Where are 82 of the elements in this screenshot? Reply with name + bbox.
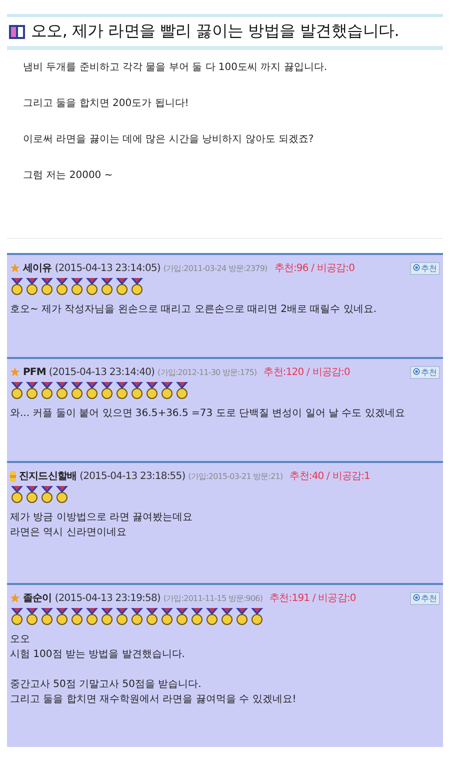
medal-icon — [115, 382, 129, 399]
medal-icon — [115, 278, 129, 295]
comment-text: 시험 100점 받는 방법을 발견했습니다. — [10, 649, 185, 660]
vote-count: 추천:120 / 비공감:0 — [264, 366, 350, 379]
medal-icon — [40, 278, 54, 295]
vote-count: 추천:96 / 비공감:0 — [274, 262, 355, 275]
medal-icon — [40, 382, 54, 399]
medal-icon — [40, 486, 54, 503]
post-paragraph: 냄비 두개를 준비하고 각각 물을 부어 둘 다 100도씨 까지 끓입니다. — [23, 61, 328, 74]
vote-count: 추천:191 / 비공감:0 — [270, 592, 356, 605]
comment-text: 제가 방금 이방법으로 라면 끓여봤는데요 — [10, 512, 193, 523]
medal-icon — [55, 608, 69, 625]
medal-icon — [70, 278, 84, 295]
medal-icon — [25, 278, 39, 295]
medal-icon — [10, 382, 24, 399]
recommend-button[interactable]: 추천 — [410, 366, 440, 378]
post-paragraph: 이로써 라면을 끓이는 데에 많은 시간을 낭비하지 않아도 되겠죠? — [23, 133, 315, 146]
medal-icon — [175, 382, 189, 399]
medal-icon — [160, 608, 174, 625]
star-icon — [10, 367, 20, 377]
comment-time: (2015-04-13 23:14:40) — [48, 366, 155, 378]
comment-text: 오오 — [10, 634, 30, 645]
comment-author[interactable]: PFM — [23, 366, 46, 378]
comment-text: 호오~ 제가 작성자님을 왼손으로 때리고 오른손으로 때리면 2배로 때릴수 있네요. — [10, 304, 377, 315]
medal-icon — [85, 608, 99, 625]
medal-icon — [25, 486, 39, 503]
post-paragraph: 그리고 둘을 합치면 200도가 됩니다! — [23, 97, 190, 110]
medal-icon — [10, 486, 24, 503]
medal-icon — [220, 608, 234, 625]
medal-icon — [25, 608, 39, 625]
comment-author[interactable]: 졸순이 — [23, 591, 52, 605]
medal-icon — [55, 278, 69, 295]
medal-icon — [130, 608, 144, 625]
medal-icon — [175, 608, 189, 625]
medal-icon — [205, 608, 219, 625]
medal-icon — [235, 608, 249, 625]
comment-author[interactable]: 진지드신할배 — [19, 469, 77, 483]
medal-icon — [10, 608, 24, 625]
target-icon — [413, 594, 420, 600]
medal-icon — [70, 382, 84, 399]
recommend-button[interactable]: 추천 — [410, 262, 440, 274]
target-icon — [413, 264, 420, 270]
rank-icon — [10, 470, 16, 482]
medal-icon — [100, 608, 114, 625]
target-icon — [413, 368, 420, 374]
comment-time: (2015-04-13 23:18:55) — [80, 470, 186, 482]
medal-icon — [10, 278, 24, 295]
medal-icon — [55, 382, 69, 399]
member-info: (가입:2012-11-30 방문:175) — [158, 366, 257, 378]
medal-icon — [70, 608, 84, 625]
medal-icon — [55, 486, 69, 503]
medal-icon — [250, 608, 264, 625]
star-icon — [10, 593, 20, 603]
comment-text: 와... 커플 둘이 붙어 있으면 36.5+36.5 =73 도로 단백질 변성이 일어 날 수도 있겠네요 — [10, 408, 405, 419]
medal-icon — [115, 608, 129, 625]
medal-icon — [100, 382, 114, 399]
medal-icon — [100, 278, 114, 295]
comment-text: 그리고 둘을 합치면 재수학원에서 라면을 끓여먹을 수 있겠네요! — [10, 694, 296, 705]
post-paragraph: 그럼 저는 20000 ~ — [23, 169, 114, 182]
member-info: (가입:2011-11-15 방문:906) — [163, 592, 263, 604]
vote-count: 추천:40 / 비공감:1 — [290, 470, 370, 483]
member-info: (가입:2015-03-21 방문:21) — [188, 470, 283, 482]
board-icon — [9, 24, 25, 38]
comment-text: 중간고사 50점 기말고사 50점을 받습니다. — [10, 679, 202, 690]
medal-icon — [130, 278, 144, 295]
recommend-button[interactable]: 추천 — [410, 592, 440, 604]
comment-author[interactable]: 세이유 — [23, 261, 52, 275]
medal-icon — [190, 608, 204, 625]
medal-icon — [85, 382, 99, 399]
medal-icon — [145, 608, 159, 625]
medal-icon — [85, 278, 99, 295]
comment-text: 라면은 역시 신라면이네요 — [10, 527, 126, 538]
medal-icon — [25, 382, 39, 399]
star-icon — [10, 263, 20, 273]
comment-time: (2015-04-13 23:14:05) — [54, 262, 160, 274]
member-info: (가입:2011-03-24 방문:2379) — [163, 262, 268, 274]
medal-icon — [160, 382, 174, 399]
medal-icon — [40, 608, 54, 625]
comment-time: (2015-04-13 23:19:58) — [54, 592, 160, 604]
medal-icon — [130, 382, 144, 399]
medal-icon — [145, 382, 159, 399]
post-title: 오오, 제가 라면을 빨리 끓이는 방법을 발견했습니다. — [31, 21, 399, 42]
